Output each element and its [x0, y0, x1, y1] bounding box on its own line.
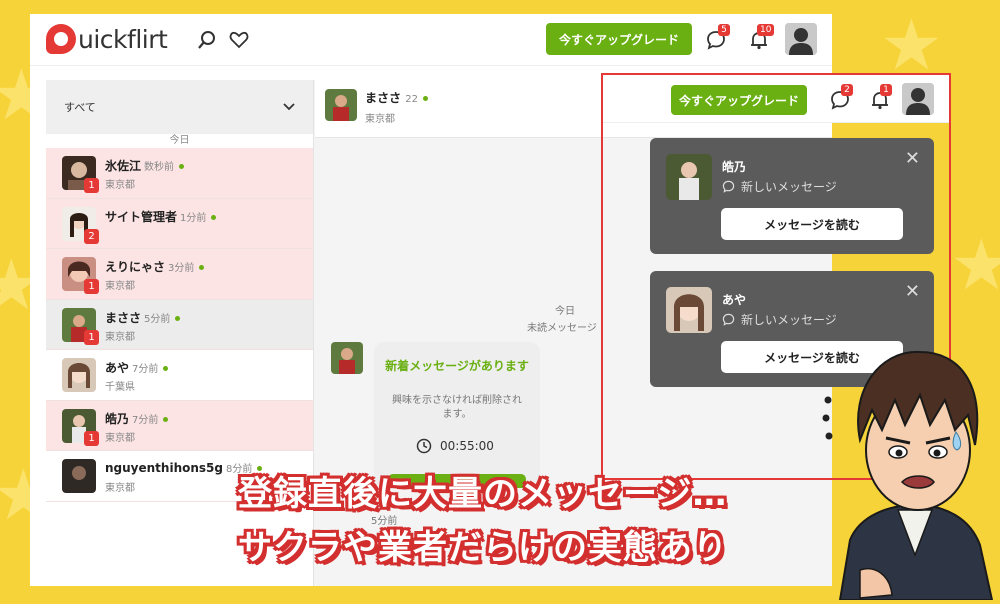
star-decoration: ★ [880, 4, 943, 86]
user-avatar[interactable] [785, 23, 817, 55]
partner-location: 東京都 [365, 114, 395, 125]
online-dot [175, 315, 181, 321]
conversation-location: 千葉県 [105, 382, 135, 393]
chat-date-label: 今日 [555, 306, 575, 317]
card-text: 興味を示さなければ削除されます。 [392, 395, 522, 420]
conversation-time: 1分前 [180, 212, 207, 224]
online-dot [163, 416, 169, 422]
conversation-name: 皓乃 [105, 411, 130, 426]
chevron-down-icon [283, 103, 295, 111]
conversation-item[interactable]: 1 氷佐江 数秒前 東京都 [46, 148, 313, 199]
unread-badge: 1 [84, 279, 99, 294]
unread-divider: 未読メッセージ [527, 323, 597, 334]
conversation-item[interactable]: 1 まささ 5分前 東京都 [46, 299, 313, 350]
date-separator: 今日 [169, 135, 190, 146]
partner-age: 22 [405, 94, 418, 105]
profile-photo [62, 459, 96, 493]
conversation-location: 東京都 [105, 432, 135, 444]
conversation-time: 7分前 [132, 364, 159, 375]
partner-name: まささ [365, 91, 402, 105]
conversation-time: 7分前 [132, 414, 159, 426]
sender-photo [331, 342, 363, 374]
logo[interactable]: uickflirt [46, 24, 168, 54]
conversation-location: 東京都 [105, 331, 135, 343]
online-dot [199, 265, 205, 270]
card-title: 新着メッセージがあります [385, 359, 529, 373]
logo-text: uickflirt [78, 24, 168, 54]
online-dot [179, 164, 185, 169]
conversation-location: 東京都 [105, 180, 135, 191]
online-dot [163, 366, 169, 371]
notifications-badge: 10 [757, 24, 775, 36]
conversation-location: 東京都 [105, 483, 135, 494]
online-dot [422, 96, 428, 101]
conversation-time: 数秒前 [144, 162, 175, 173]
heart-icon[interactable] [226, 27, 252, 53]
conversation-name: サイト管理者 [105, 209, 178, 224]
search-icon[interactable] [194, 27, 220, 53]
unread-badge: 1 [84, 430, 99, 446]
filter-dropdown[interactable]: すべて [46, 80, 313, 134]
profile-photo [62, 358, 96, 392]
unread-badge: 2 [84, 228, 99, 244]
online-dot [211, 214, 217, 220]
partner-photo[interactable] [325, 89, 357, 121]
messages-badge: 5 [718, 24, 730, 36]
conversation-item[interactable]: 1 皓乃 7分前 東京都 [46, 400, 313, 451]
conversation-name: まささ [105, 310, 142, 325]
conversation-name: 氷佐江 [105, 159, 142, 173]
countdown-timer: 00:55:00 [440, 439, 494, 453]
logo-mark-icon [46, 24, 76, 54]
unread-badge: 1 [84, 178, 99, 193]
caption-line-2: サクラや業者だらけの実態あり [238, 528, 728, 568]
upgrade-button[interactable]: 今すぐアップグレード [546, 23, 692, 55]
conversation-name: あや [105, 361, 130, 375]
conversation-item[interactable]: あや 7分前 千葉県 [46, 350, 313, 401]
unread-badge: 1 [84, 329, 99, 345]
worried-man-illustration [820, 340, 1000, 601]
conversation-location: 東京都 [105, 281, 135, 292]
conversation-name: nguyenthihons5g [105, 461, 223, 475]
star-decoration: ★ [950, 224, 1000, 306]
top-bar: uickflirt 今すぐアップグレード 5 10 [30, 14, 832, 66]
conversation-name: えりにゃさ [105, 260, 166, 274]
filter-value: すべて [64, 101, 96, 114]
conversation-time: 3分前 [168, 263, 195, 274]
caption-line-1: 登録直後に大量のメッセージ… [238, 474, 728, 514]
clock-icon [416, 438, 432, 454]
conversation-time: 5分前 [144, 313, 171, 325]
conversation-item[interactable]: 2 サイト管理者 1分前 [46, 198, 313, 249]
conversation-item[interactable]: 1 えりにゃさ 3分前 東京都 [46, 249, 313, 300]
